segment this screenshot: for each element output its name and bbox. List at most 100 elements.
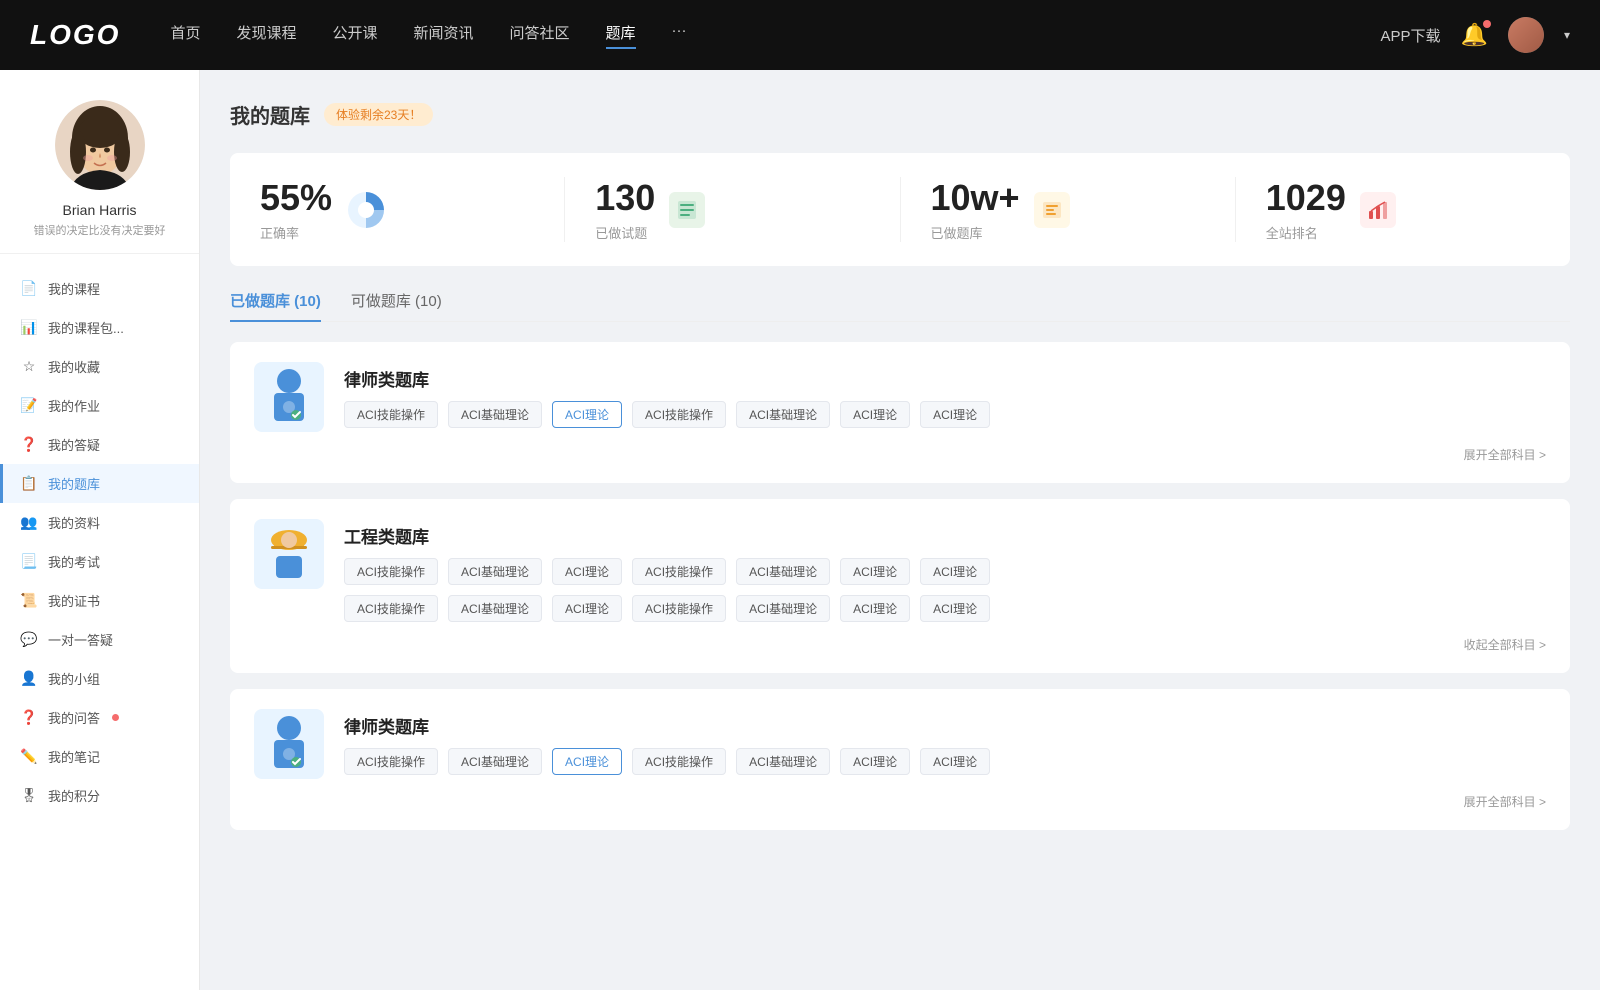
my-qa-icon: ❓ xyxy=(20,709,38,726)
tag-lawyer2-0[interactable]: ACI技能操作 xyxy=(344,748,438,775)
tag-eng-7[interactable]: ACI技能操作 xyxy=(344,595,438,622)
nav-question-bank[interactable]: 题库 xyxy=(606,22,636,49)
tag-eng-4[interactable]: ACI基础理论 xyxy=(736,558,830,585)
nav-open-course[interactable]: 公开课 xyxy=(332,22,377,49)
sidebar-label-points: 我的积分 xyxy=(48,786,100,805)
ranking-icon xyxy=(1360,192,1396,228)
tag-lawyer1-4[interactable]: ACI基础理论 xyxy=(736,401,830,428)
tag-eng-9[interactable]: ACI理论 xyxy=(552,595,622,622)
sidebar-item-my-course[interactable]: 📄 我的课程 xyxy=(0,269,199,308)
user-avatar[interactable] xyxy=(1508,17,1544,53)
sidebar-label-one-on-one: 一对一答疑 xyxy=(48,630,113,649)
sidebar-item-question-bank[interactable]: 📋 我的题库 xyxy=(0,464,199,503)
bank-name-lawyer-2: 律师类题库 ACI技能操作 ACI基础理论 ACI理论 ACI技能操作 ACI基… xyxy=(344,709,990,775)
sidebar-label-qa: 我的答疑 xyxy=(48,435,100,454)
sidebar-item-one-on-one[interactable]: 💬 一对一答疑 xyxy=(0,620,199,659)
page-header: 我的题库 体验剩余23天！ xyxy=(230,100,1570,129)
sidebar-item-certificate[interactable]: 📜 我的证书 xyxy=(0,581,199,620)
sidebar-item-course-package[interactable]: 📊 我的课程包... xyxy=(0,308,199,347)
stat-done-banks: 10w+ 已做题库 xyxy=(931,177,1236,242)
tag-eng-11[interactable]: ACI基础理论 xyxy=(736,595,830,622)
bank-card-lawyer-2: 律师类题库 ACI技能操作 ACI基础理论 ACI理论 ACI技能操作 ACI基… xyxy=(230,689,1570,830)
expand-link-lawyer-1[interactable]: 展开全部科目 > xyxy=(254,446,1546,463)
tag-lawyer2-5[interactable]: ACI理论 xyxy=(840,748,910,775)
stats-row: 55% 正确率 130 已做试题 xyxy=(230,153,1570,266)
tag-lawyer1-6[interactable]: ACI理论 xyxy=(920,401,990,428)
tag-lawyer1-2[interactable]: ACI理论 xyxy=(552,401,622,428)
tag-eng-6[interactable]: ACI理论 xyxy=(920,558,990,585)
tag-eng-13[interactable]: ACI理论 xyxy=(920,595,990,622)
stat-accuracy-label: 正确率 xyxy=(260,223,332,242)
sidebar-label-homework: 我的作业 xyxy=(48,396,100,415)
stat-done-questions: 130 已做试题 xyxy=(595,177,900,242)
collapse-link-engineer[interactable]: 收起全部科目 > xyxy=(254,636,1546,653)
nav-more[interactable]: ··· xyxy=(672,22,687,49)
group-icon: 👤 xyxy=(20,670,38,687)
bank-card-header-lawyer-2: 律师类题库 ACI技能操作 ACI基础理论 ACI理论 ACI技能操作 ACI基… xyxy=(254,709,1546,779)
tag-lawyer2-3[interactable]: ACI技能操作 xyxy=(632,748,726,775)
tag-lawyer2-1[interactable]: ACI基础理论 xyxy=(448,748,542,775)
tag-eng-0[interactable]: ACI技能操作 xyxy=(344,558,438,585)
page-layout: Brian Harris 错误的决定比没有决定要好 📄 我的课程 📊 我的课程包… xyxy=(0,70,1600,990)
sidebar-label-my-course: 我的课程 xyxy=(48,279,100,298)
sidebar-item-my-qa[interactable]: ❓ 我的问答 xyxy=(0,698,199,737)
sidebar-item-materials[interactable]: 👥 我的资料 xyxy=(0,503,199,542)
stat-done-banks-value: 10w+ xyxy=(931,177,1020,219)
sidebar-motto: 错误的决定比没有决定要好 xyxy=(24,222,176,238)
tag-lawyer1-1[interactable]: ACI基础理论 xyxy=(448,401,542,428)
tag-lawyer2-6[interactable]: ACI理论 xyxy=(920,748,990,775)
done-banks-icon xyxy=(1034,192,1070,228)
avatar-image xyxy=(1508,17,1544,53)
bank-title-lawyer-2: 律师类题库 xyxy=(344,709,990,738)
qa-icon: ❓ xyxy=(20,436,38,453)
navbar: LOGO 首页 发现课程 公开课 新闻资讯 问答社区 题库 ··· APP下载 … xyxy=(0,0,1600,70)
accuracy-icon-wrap xyxy=(346,190,386,230)
tag-lawyer1-3[interactable]: ACI技能操作 xyxy=(632,401,726,428)
sidebar-label-favorites: 我的收藏 xyxy=(48,357,100,376)
user-dropdown-arrow[interactable]: ▾ xyxy=(1564,28,1570,42)
tag-eng-10[interactable]: ACI技能操作 xyxy=(632,595,726,622)
nav-home[interactable]: 首页 xyxy=(170,22,200,49)
bank-card-lawyer-1: 律师类题库 ACI技能操作 ACI基础理论 ACI理论 ACI技能操作 ACI基… xyxy=(230,342,1570,483)
sidebar-label-question-bank: 我的题库 xyxy=(48,474,100,493)
stat-done-questions-text: 130 已做试题 xyxy=(595,177,655,242)
tags-row-lawyer-1: ACI技能操作 ACI基础理论 ACI理论 ACI技能操作 ACI基础理论 AC… xyxy=(344,401,990,428)
sidebar-item-favorites[interactable]: ☆ 我的收藏 xyxy=(0,347,199,386)
tag-lawyer1-0[interactable]: ACI技能操作 xyxy=(344,401,438,428)
tag-lawyer2-2[interactable]: ACI理论 xyxy=(552,748,622,775)
notification-bell[interactable]: 🔔 xyxy=(1461,22,1488,48)
tag-eng-1[interactable]: ACI基础理论 xyxy=(448,558,542,585)
stat-ranking-label: 全站排名 xyxy=(1266,223,1346,242)
app-download-button[interactable]: APP下载 xyxy=(1381,25,1441,46)
sidebar-item-exam[interactable]: 📃 我的考试 xyxy=(0,542,199,581)
bank-title-engineer: 工程类题库 xyxy=(344,519,1546,548)
tab-available-banks[interactable]: 可做题库 (10) xyxy=(351,290,442,321)
sidebar-item-notes[interactable]: ✏️ 我的笔记 xyxy=(0,737,199,776)
expand-link-lawyer-2[interactable]: 展开全部科目 > xyxy=(254,793,1546,810)
bank-title-lawyer-1: 律师类题库 xyxy=(344,362,990,391)
stat-done-banks-label: 已做题库 xyxy=(931,223,1020,242)
exam-icon: 📃 xyxy=(20,553,38,570)
bank-card-header-lawyer-1: 律师类题库 ACI技能操作 ACI基础理论 ACI理论 ACI技能操作 ACI基… xyxy=(254,362,1546,432)
nav-qa[interactable]: 问答社区 xyxy=(510,22,570,49)
tag-lawyer1-5[interactable]: ACI理论 xyxy=(840,401,910,428)
tag-eng-3[interactable]: ACI技能操作 xyxy=(632,558,726,585)
tag-eng-5[interactable]: ACI理论 xyxy=(840,558,910,585)
sidebar: Brian Harris 错误的决定比没有决定要好 📄 我的课程 📊 我的课程包… xyxy=(0,70,200,990)
tag-eng-12[interactable]: ACI理论 xyxy=(840,595,910,622)
tag-lawyer2-4[interactable]: ACI基础理论 xyxy=(736,748,830,775)
notes-icon: ✏️ xyxy=(20,748,38,765)
sidebar-item-qa[interactable]: ❓ 我的答疑 xyxy=(0,425,199,464)
points-icon: 🎖 xyxy=(20,787,38,804)
tag-eng-2[interactable]: ACI理论 xyxy=(552,558,622,585)
my-qa-dot xyxy=(112,714,119,721)
sidebar-item-group[interactable]: 👤 我的小组 xyxy=(0,659,199,698)
stat-ranking-text: 1029 全站排名 xyxy=(1266,177,1346,242)
sidebar-item-points[interactable]: 🎖 我的积分 xyxy=(0,776,199,815)
sidebar-item-homework[interactable]: 📝 我的作业 xyxy=(0,386,199,425)
sidebar-user-section: Brian Harris 错误的决定比没有决定要好 xyxy=(0,100,199,238)
tag-eng-8[interactable]: ACI基础理论 xyxy=(448,595,542,622)
nav-discover[interactable]: 发现课程 xyxy=(236,22,296,49)
tab-done-banks[interactable]: 已做题库 (10) xyxy=(230,290,321,321)
nav-news[interactable]: 新闻资讯 xyxy=(414,22,474,49)
